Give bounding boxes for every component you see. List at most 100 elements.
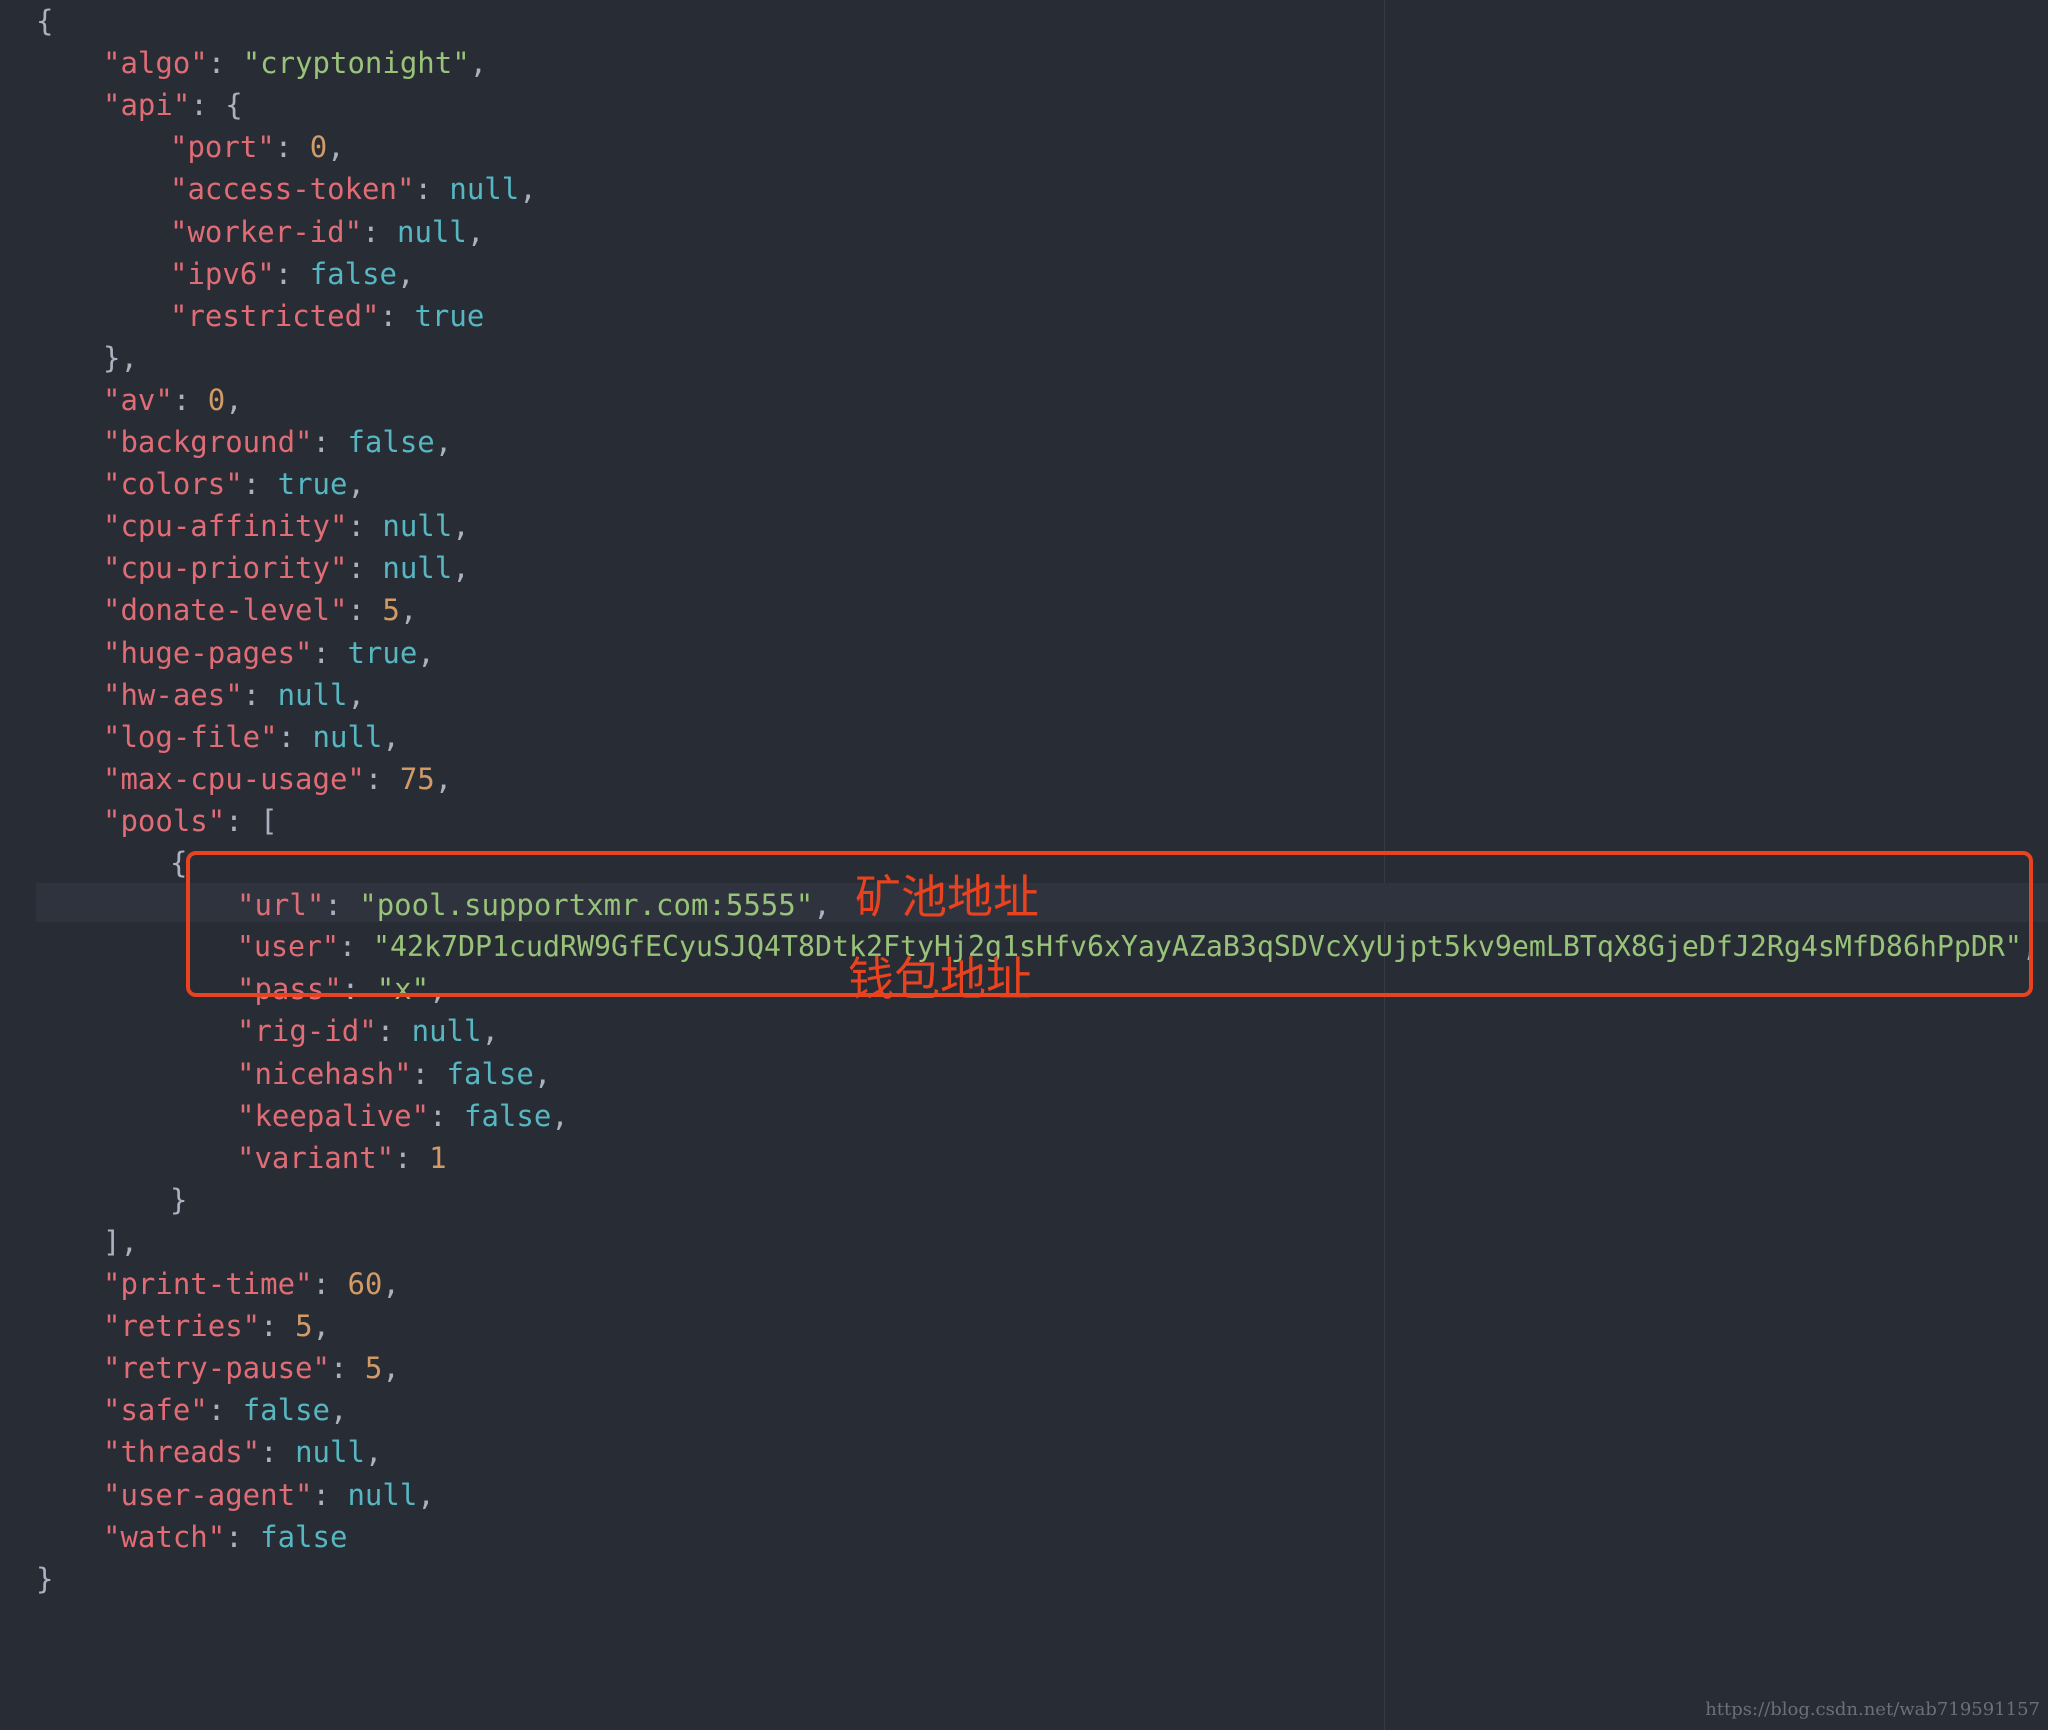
- code-line[interactable]: "threads": null,: [103, 1431, 382, 1473]
- code-line[interactable]: "print-time": 60,: [103, 1263, 400, 1305]
- code-token: "hw-aes": [103, 677, 243, 712]
- code-token: "port": [170, 130, 275, 165]
- code-token: :: [429, 1098, 464, 1133]
- code-line[interactable]: "watch": false: [103, 1516, 347, 1558]
- code-token: ,: [347, 467, 365, 502]
- code-token: ,: [225, 382, 243, 417]
- code-token: "huge-pages": [103, 635, 313, 670]
- code-token: :: [274, 256, 310, 291]
- code-token: :: [277, 719, 313, 754]
- code-token: ],: [103, 1224, 138, 1259]
- code-token: null: [277, 677, 348, 712]
- code-line[interactable]: ],: [103, 1221, 138, 1263]
- code-line[interactable]: }: [36, 1558, 53, 1600]
- code-token: null: [411, 1014, 482, 1049]
- code-line[interactable]: "variant": 1: [237, 1137, 447, 1179]
- code-token: null: [295, 1435, 365, 1470]
- code-token: {: [36, 4, 54, 38]
- code-token: null: [449, 172, 520, 207]
- code-token: 1: [429, 1140, 447, 1175]
- code-token: "log-file": [103, 719, 278, 754]
- code-token: },: [103, 340, 138, 375]
- code-token: "worker-id": [170, 214, 363, 249]
- code-line[interactable]: "hw-aes": null,: [103, 674, 365, 716]
- code-line[interactable]: "ipv6": false,: [170, 253, 414, 295]
- code-line[interactable]: },: [103, 337, 138, 379]
- code-token: null: [396, 214, 467, 249]
- code-editor[interactable]: {"algo": "cryptonight", "api": {"port": 0…: [0, 0, 2048, 1730]
- code-token: "watch": [103, 1519, 226, 1554]
- code-token: ,: [382, 1351, 400, 1386]
- code-line[interactable]: "access-token": null,: [170, 168, 537, 210]
- code-line[interactable]: "donate-level": 5,: [103, 589, 417, 631]
- code-line[interactable]: {: [170, 842, 187, 884]
- code-token: "cpu-priority": [103, 551, 348, 586]
- code-token: :: [242, 677, 278, 712]
- code-line[interactable]: "max-cpu-usage": 75,: [103, 758, 452, 800]
- code-token: :: [172, 382, 208, 417]
- code-token: "pools": [103, 803, 226, 838]
- code-line[interactable]: "port": 0,: [170, 126, 345, 168]
- code-token: "variant": [237, 1140, 395, 1175]
- code-line[interactable]: "worker-id": null,: [170, 211, 484, 253]
- code-token: :: [312, 1267, 348, 1301]
- code-token: :: [225, 1519, 261, 1554]
- code-token: ,: [327, 130, 345, 165]
- code-line[interactable]: "algo": "cryptonight",: [103, 42, 487, 84]
- code-line[interactable]: "user-agent": null,: [103, 1474, 435, 1516]
- code-token: :: [394, 1140, 430, 1175]
- code-line[interactable]: "api": {: [103, 84, 243, 126]
- code-line[interactable]: "huge-pages": true,: [103, 632, 435, 674]
- code-token: :: [329, 1351, 365, 1386]
- code-line[interactable]: "restricted": true: [170, 295, 484, 337]
- code-line[interactable]: "keepalive": false,: [237, 1095, 569, 1137]
- code-token: ,: [481, 1014, 499, 1049]
- code-line[interactable]: }: [170, 1179, 187, 1221]
- code-line[interactable]: "colors": true,: [103, 463, 365, 505]
- code-token: 0: [309, 130, 328, 165]
- code-token: ,: [452, 551, 470, 586]
- code-line[interactable]: "rig-id": null,: [237, 1010, 499, 1052]
- code-line[interactable]: "retry-pause": 5,: [103, 1347, 400, 1389]
- code-line[interactable]: {: [36, 0, 53, 42]
- code-token: : {: [190, 88, 243, 123]
- code-line[interactable]: "nicehash": false,: [237, 1053, 551, 1095]
- code-line[interactable]: "cpu-affinity": null,: [103, 505, 470, 547]
- code-line[interactable]: "background": false,: [103, 421, 452, 463]
- code-token: false: [242, 1393, 330, 1428]
- code-token: "av": [103, 382, 173, 417]
- code-token: :: [379, 298, 415, 333]
- watermark-url: https://blog.csdn.net/wab719591157: [1705, 1699, 2040, 1720]
- code-token: "retry-pause": [103, 1351, 330, 1386]
- code-token: :: [376, 1014, 412, 1049]
- code-line[interactable]: "retries": 5,: [103, 1305, 330, 1347]
- code-token: :: [312, 635, 348, 670]
- code-line[interactable]: "safe": false,: [103, 1389, 347, 1431]
- code-token: "threads": [103, 1435, 261, 1470]
- code-token: :: [207, 46, 243, 81]
- code-token: null: [347, 1477, 418, 1512]
- code-token: null: [382, 509, 453, 544]
- code-token: 5: [295, 1309, 313, 1344]
- pool-address-annotation: 矿池地址: [855, 870, 1039, 924]
- code-token: :: [242, 467, 278, 502]
- code-line[interactable]: "av": 0,: [103, 379, 243, 421]
- code-token: :: [364, 761, 400, 796]
- code-token: : [: [225, 803, 278, 838]
- code-token: ,: [330, 1393, 348, 1428]
- code-line[interactable]: "cpu-priority": null,: [103, 547, 470, 589]
- code-token: :: [347, 593, 383, 628]
- code-token: }: [36, 1561, 54, 1596]
- code-token: "rig-id": [237, 1014, 377, 1049]
- code-token: 5: [364, 1351, 383, 1386]
- code-token: ,: [469, 46, 488, 81]
- code-line[interactable]: "log-file": null,: [103, 716, 400, 758]
- code-token: null: [312, 719, 383, 754]
- code-token: 0: [207, 382, 226, 417]
- code-line[interactable]: "pools": [: [103, 800, 278, 842]
- code-token: null: [382, 551, 453, 586]
- code-token: "background": [103, 425, 313, 459]
- code-token: ,: [434, 761, 453, 796]
- code-token: "access-token": [170, 172, 415, 207]
- code-token: ,: [399, 593, 418, 628]
